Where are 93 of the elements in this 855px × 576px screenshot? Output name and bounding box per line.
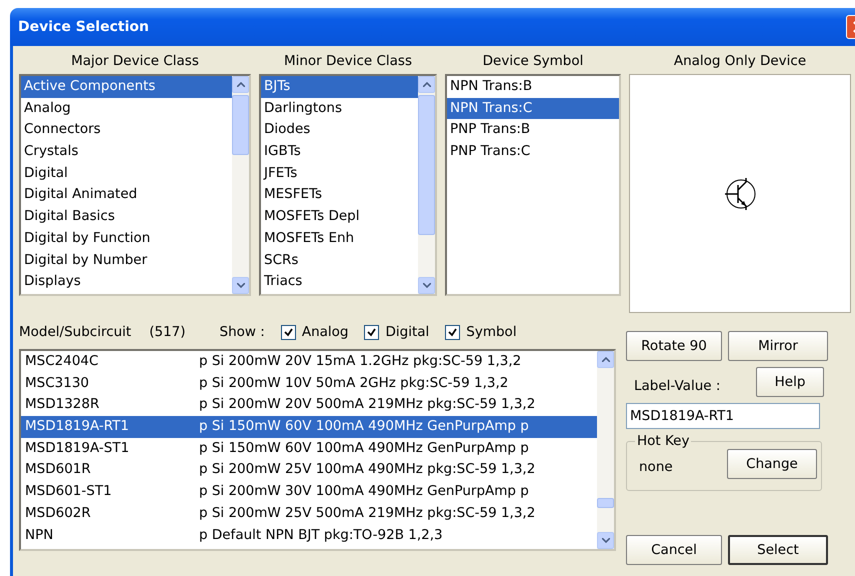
column-heading: Analog Only Device <box>672 52 808 71</box>
list-item[interactable]: MOSFETs Enh <box>261 228 418 250</box>
list-item[interactable]: PNP Trans:C <box>447 141 619 163</box>
scroll-down-button[interactable] <box>597 532 614 549</box>
model-row[interactable]: MSD601-ST1 p Si 200mW 30V 100mA 490MHz GenPurpAmp p <box>21 481 597 503</box>
checkbox[interactable] <box>364 324 380 340</box>
list-item[interactable]: SCRs <box>261 250 418 272</box>
scroll-up-button[interactable] <box>418 76 435 93</box>
list-item[interactable]: Displays <box>21 271 232 293</box>
list-item[interactable]: Darlingtons <box>261 98 418 120</box>
check-icon <box>367 328 376 336</box>
checkbox-label: Analog <box>302 324 348 340</box>
scrollbar-thumb[interactable] <box>232 95 249 155</box>
list-item[interactable]: Digital Animated <box>21 184 232 206</box>
model-name: MSC2404C <box>24 352 100 371</box>
mirror-button[interactable]: Mirror <box>728 331 828 361</box>
scroll-down-button[interactable] <box>232 277 249 294</box>
list-item[interactable]: Digital by Number <box>21 250 232 272</box>
list-item[interactable]: Digital Basics <box>21 206 232 228</box>
model-name: NPN <box>24 526 54 544</box>
model-name: MSD1819A-RT1 <box>24 417 130 436</box>
cancel-button[interactable]: Cancel <box>626 535 722 565</box>
model-row[interactable]: NPN p Default NPN BJT pkg:TO-92B 1,2,3 <box>21 524 597 546</box>
model-row[interactable]: MSD602R p Si 200mW 25V 500mA 219MHz pkg:SC-59 1,3,2 <box>21 502 597 524</box>
list-item[interactable]: IGBTs <box>261 141 418 163</box>
scroll-up-button[interactable] <box>597 351 614 368</box>
model-description: p Si 200mW 10V 50mA 2GHz pkg:SC-59 1,3,2 <box>199 374 510 393</box>
model-name: MSD602R <box>24 504 92 523</box>
checkbox-label: Digital <box>385 324 430 340</box>
model-description: p Si 200mW 25V 100mA 490MHz pkg:SC-59 1,3,2 <box>199 460 536 480</box>
model-label: Model/Subcircuit <box>19 324 132 340</box>
list-item[interactable]: Triacs <box>261 271 418 293</box>
chevron-down-icon <box>422 283 430 288</box>
check-icon <box>284 328 293 336</box>
label-value-label: Label-Value : <box>633 378 720 394</box>
list-item[interactable]: MOSFETs Depl <box>261 206 418 228</box>
column-heading: Major Device Class <box>70 52 200 71</box>
model-description: p Si 200mW 20V 500mA 219MHz pkg:SC-59 1,3,2 <box>199 395 536 414</box>
chevron-up-icon <box>236 82 244 87</box>
model-description: p Default NPN BJT pkg:TO-92B 1,2,3 <box>199 526 444 544</box>
select-button[interactable]: Select <box>728 535 828 565</box>
model-name: MSD1328R <box>24 395 100 414</box>
show-label: Show : <box>220 324 265 340</box>
model-row[interactable]: MSD601R p Si 200mW 25V 100mA 490MHz pkg:SC-59 1,3,2 <box>21 459 597 482</box>
chevron-up-icon <box>422 82 430 87</box>
list-item[interactable]: Connectors <box>21 119 232 142</box>
rotate-button[interactable]: Rotate 90 <box>626 331 722 361</box>
help-button[interactable]: Help <box>756 367 824 397</box>
checkbox-label: Symbol <box>466 324 517 340</box>
scrollbar-thumb[interactable] <box>597 498 614 508</box>
label-value-field[interactable]: MSD1819A-RT1 <box>626 403 820 429</box>
model-description: p Si 150mW 60V 100mA 490MHz GenPurpAmp p <box>199 417 530 436</box>
list-item[interactable]: NPN Trans:C <box>447 98 619 120</box>
model-row[interactable]: MSD1328R p Si 200mW 20V 500mA 219MHz pkg:SC-59 1,3,2 <box>21 394 597 416</box>
scrollbar-thumb[interactable] <box>418 95 435 235</box>
chevron-up-icon <box>602 357 610 362</box>
column-heading: Minor Device Class <box>282 52 414 71</box>
scroll-up-button[interactable] <box>232 76 249 93</box>
model-name: MSD1819A-ST1 <box>24 438 130 458</box>
change-button[interactable]: Change <box>727 449 817 479</box>
list-item[interactable]: Diodes <box>261 119 418 142</box>
list-item[interactable]: Digital <box>21 162 232 184</box>
model-name: MSC3130 <box>24 374 90 393</box>
model-row[interactable]: MSC2404C p Si 200mW 20V 15mA 1.2GHz pkg:SC-59 1,3,2 <box>21 351 597 373</box>
model-name: MSD601R <box>24 460 92 480</box>
chevron-down-icon <box>236 283 244 288</box>
model-row[interactable]: MSD1819A-RT1 p Si 150mW 60V 100mA 490MHz GenPurpAmp p <box>21 416 597 438</box>
scroll-down-button[interactable] <box>418 277 435 294</box>
list-item[interactable]: JFETs <box>261 162 418 184</box>
list-item[interactable]: Digital by Function <box>21 228 232 250</box>
model-row[interactable]: MSD1819A-ST1 p Si 150mW 60V 100mA 490MHz GenPurpAmp p <box>21 438 597 460</box>
window-title: Device Selection <box>18 19 149 35</box>
model-description: p Si 200mW 30V 100mA 490MHz GenPurpAmp p <box>199 482 530 502</box>
hot-key-legend: Hot Key <box>635 433 692 449</box>
model-description: p Si 150mW 60V 100mA 490MHz GenPurpAmp p <box>199 438 530 458</box>
model-description: p Si 200mW 25V 500mA 219MHz pkg:SC-59 1,3,2 <box>199 504 536 523</box>
list-item[interactable]: MESFETs <box>261 184 418 206</box>
check-icon <box>448 328 458 336</box>
list-item[interactable]: NPN Trans:B <box>447 76 619 98</box>
checkbox[interactable] <box>280 324 296 340</box>
model-row[interactable]: MSC3130 p Si 200mW 10V 50mA 2GHz pkg:SC-59 1,3,2 <box>21 372 597 394</box>
column-heading: Device Symbol <box>482 52 584 71</box>
hot-key-value: none <box>639 459 673 475</box>
list-item[interactable]: Active Components <box>21 76 232 98</box>
list-item[interactable]: Analog <box>21 98 232 120</box>
list-item[interactable]: PNP Trans:B <box>447 119 619 142</box>
checkbox[interactable] <box>445 324 460 340</box>
list-item[interactable]: Crystals <box>21 141 232 163</box>
model-description: p Si 200mW 20V 15mA 1.2GHz pkg:SC-59 1,3,2 <box>199 352 522 371</box>
model-name: MSD601-ST1 <box>24 482 113 502</box>
model-count: (517) <box>149 324 186 340</box>
chevron-down-icon <box>602 538 610 543</box>
list-item[interactable]: BJTs <box>261 76 418 98</box>
